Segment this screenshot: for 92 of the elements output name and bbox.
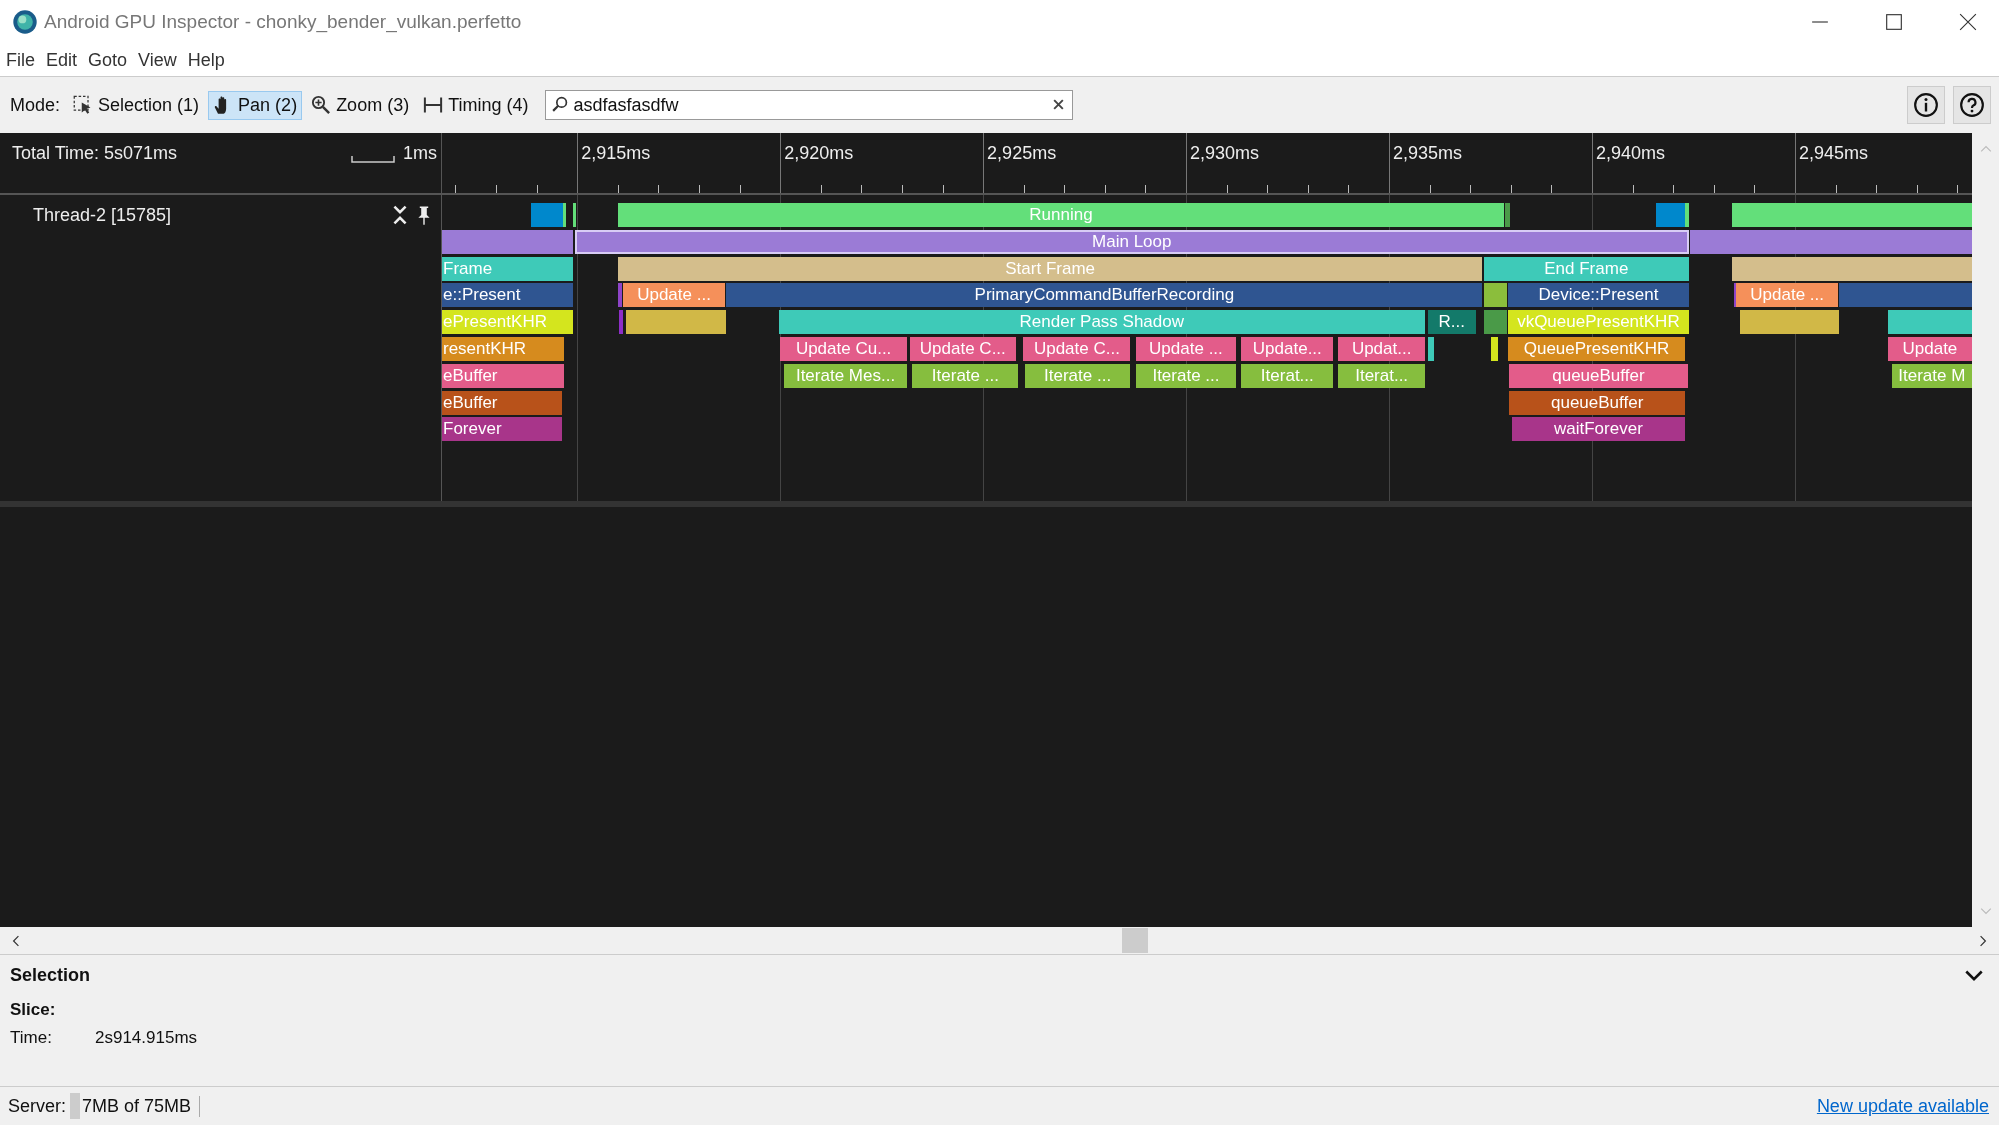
- track-name: Thread-2 [15785]: [33, 205, 172, 226]
- pin-icon[interactable]: [417, 205, 431, 225]
- trace-slice[interactable]: Update ...: [1135, 337, 1237, 361]
- field-label: Slice:: [10, 1000, 57, 1020]
- trace-slice[interactable]: Main Loop: [574, 229, 1689, 254]
- trace-slice[interactable]: [1739, 310, 1840, 335]
- mode-button[interactable]: Selection (1): [68, 90, 205, 120]
- trace-slice[interactable]: QueuePresentKHR: [1507, 337, 1686, 361]
- menu-item[interactable]: Edit: [46, 49, 78, 71]
- trace-slice[interactable]: [1732, 256, 1972, 281]
- trace-slice[interactable]: [1655, 203, 1686, 227]
- trace-slice[interactable]: R...: [1427, 310, 1476, 335]
- trace-slice[interactable]: Iterate ...: [1135, 363, 1237, 388]
- trace-slice[interactable]: Iterate Mes...: [783, 363, 908, 388]
- mode-button[interactable]: Timing (4): [418, 90, 534, 120]
- memory-usage: 7MB of 75MB: [80, 1095, 201, 1117]
- trace-slice[interactable]: resentKHR: [442, 337, 565, 361]
- trace-slice[interactable]: Iterat...: [1338, 363, 1425, 388]
- update-link[interactable]: New update available: [1816, 1095, 1989, 1117]
- mode-button[interactable]: Pan (2): [208, 90, 303, 120]
- trace-slice[interactable]: Update Cu...: [779, 337, 908, 361]
- scroll-left-icon[interactable]: [12, 934, 20, 947]
- time-tick-label: 2,920ms: [784, 143, 854, 164]
- selection-icon: [73, 95, 94, 115]
- trace-slice[interactable]: [1505, 203, 1511, 227]
- zoom-icon: [311, 95, 332, 115]
- trace-slice[interactable]: [625, 310, 727, 335]
- trace-slice[interactable]: queueBuffer: [1509, 363, 1688, 388]
- trace-slice[interactable]: Forever: [442, 417, 562, 442]
- chevron-down-icon[interactable]: [1965, 969, 1983, 982]
- trace-slice[interactable]: queueBuffer: [1509, 390, 1686, 415]
- server-label: Server:: [8, 1095, 67, 1117]
- mode-button[interactable]: Zoom (3): [306, 90, 415, 120]
- menu-item[interactable]: Help: [187, 49, 225, 71]
- trace-slice[interactable]: Update...: [1241, 337, 1334, 361]
- globe-logo-icon: [12, 9, 38, 35]
- trace-slice[interactable]: End Frame: [1483, 256, 1689, 281]
- memory-meter: [70, 1093, 81, 1119]
- trace-slice[interactable]: Update C...: [909, 337, 1016, 361]
- field-label: Time:: [10, 1028, 53, 1048]
- trace-slice[interactable]: Update ...: [1736, 283, 1839, 308]
- time-tick-label: 2,935ms: [1393, 143, 1463, 164]
- trace-slice[interactable]: Iterate M: [1891, 363, 1972, 388]
- trace-slice[interactable]: PrimaryCommandBufferRecording: [726, 283, 1483, 308]
- clear-icon[interactable]: [1052, 98, 1066, 111]
- trace-slice[interactable]: Iterate ...: [1024, 363, 1131, 388]
- trace-slice[interactable]: e::Present: [442, 283, 574, 308]
- trace-slice[interactable]: Start Frame: [617, 256, 1483, 281]
- collapse-icon[interactable]: [393, 205, 407, 225]
- time-tick-label: 2,940ms: [1596, 143, 1666, 164]
- maximize-icon[interactable]: [1885, 13, 1903, 31]
- time-tick-label: 2,925ms: [987, 143, 1057, 164]
- trace-slice[interactable]: [1483, 283, 1507, 308]
- scrollbar-thumb[interactable]: [1121, 928, 1148, 953]
- trace-slice[interactable]: [563, 203, 567, 227]
- trace-slice[interactable]: eBuffer: [442, 363, 565, 388]
- timing-icon: [423, 95, 444, 115]
- scale-bar-icon: [351, 155, 395, 163]
- field-value: 2s914.915ms: [95, 1028, 198, 1048]
- trace-slice[interactable]: [1733, 283, 1737, 308]
- trace-slice[interactable]: eBuffer: [442, 390, 562, 415]
- trace-slice[interactable]: waitForever: [1511, 417, 1686, 442]
- time-tick-label: 2,945ms: [1799, 143, 1869, 164]
- menu-item[interactable]: File: [6, 49, 35, 71]
- help-button[interactable]: [1953, 86, 1991, 124]
- trace-slice[interactable]: Iterat...: [1241, 363, 1334, 388]
- trace-slice[interactable]: Updat...: [1338, 337, 1425, 361]
- scale-label: 1ms: [403, 143, 437, 164]
- trace-slice[interactable]: [1427, 337, 1434, 361]
- trace-slice[interactable]: Update ...: [623, 283, 726, 308]
- mode-label: Mode:: [10, 94, 61, 116]
- close-icon[interactable]: [1959, 13, 1977, 31]
- panel-title: Selection: [10, 965, 91, 986]
- total-time-label: Total Time: 5s071ms: [12, 143, 178, 164]
- trace-slice[interactable]: [1690, 229, 1972, 254]
- trace-slice[interactable]: [1483, 310, 1507, 335]
- scroll-right-icon[interactable]: [1979, 934, 1987, 947]
- trace-slice[interactable]: Render Pass Shadow: [778, 310, 1425, 335]
- search-field[interactable]: asdfasfasdfw: [545, 90, 1074, 120]
- trace-slice[interactable]: Iterate ...: [912, 363, 1019, 388]
- trace-slice[interactable]: Update: [1887, 337, 1972, 361]
- menu-item[interactable]: Goto: [88, 49, 128, 71]
- menu-item[interactable]: View: [138, 49, 177, 71]
- info-button[interactable]: [1907, 86, 1945, 124]
- trace-slice[interactable]: Update C...: [1023, 337, 1131, 361]
- trace-slice[interactable]: Device::Present: [1507, 283, 1689, 308]
- trace-slice[interactable]: [1887, 310, 1972, 335]
- window-title: Android GPU Inspector - chonky_bender_vulkan.perfetto: [44, 11, 522, 33]
- trace-slice[interactable]: [442, 229, 574, 254]
- trace-slice[interactable]: Frame: [442, 256, 574, 281]
- time-tick-label: 2,930ms: [1190, 143, 1260, 164]
- time-tick-label: 2,915ms: [581, 143, 651, 164]
